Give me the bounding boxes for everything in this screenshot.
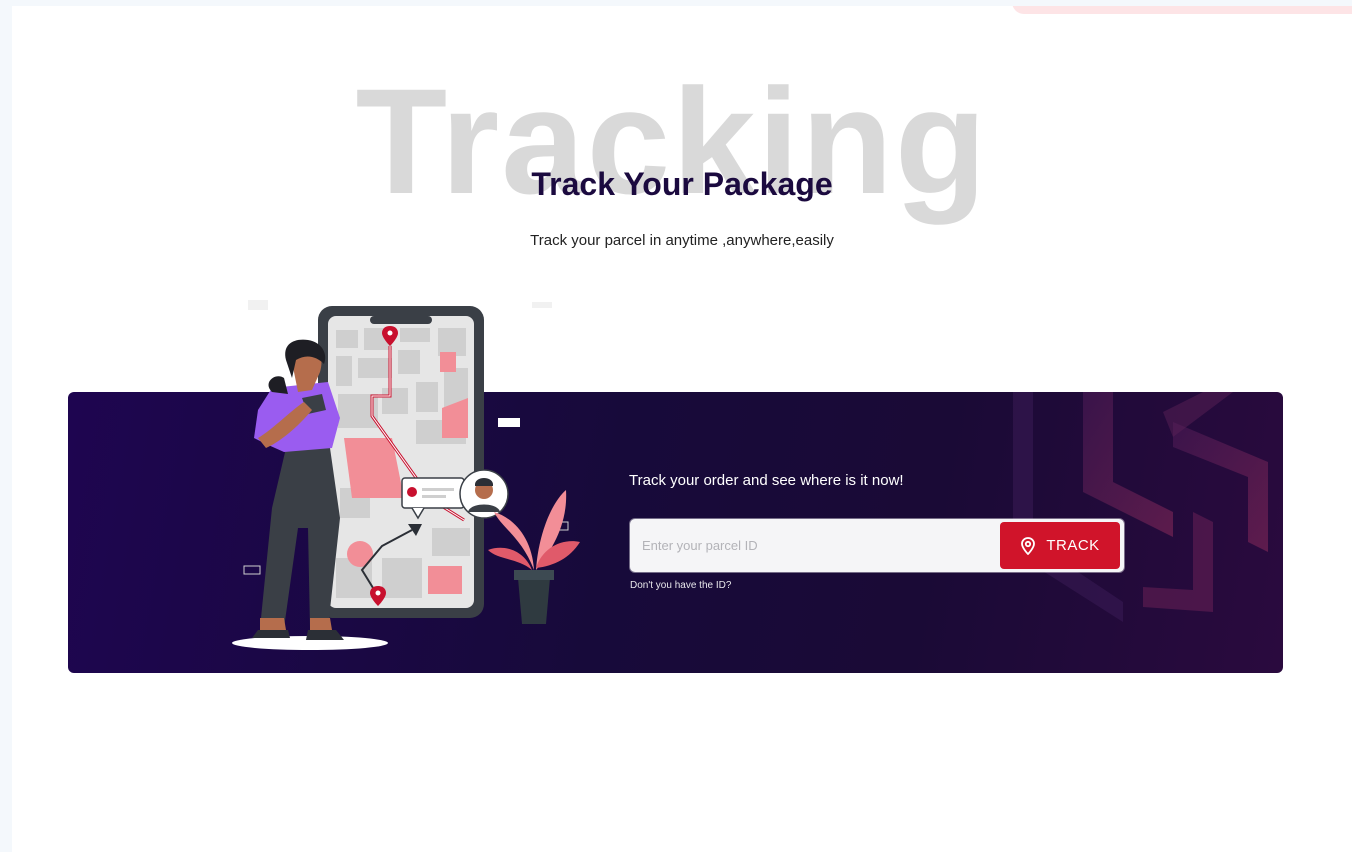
tracking-form: TRACK <box>630 519 1124 572</box>
no-id-help-link[interactable]: Don't you have the ID? <box>630 580 731 591</box>
delivery-tracking-illustration <box>232 300 580 650</box>
tracker-heading: Track your order and see where is it now… <box>629 472 904 489</box>
page-subtitle: Track your parcel in anytime ,anywhere,e… <box>530 232 834 249</box>
top-accent-shape <box>1012 6 1352 14</box>
track-button-label: TRACK <box>1046 537 1100 554</box>
map-pin-icon <box>1021 536 1036 555</box>
page: Tracking Track Your Package Track your p… <box>12 6 1352 852</box>
page-title: Track Your Package <box>531 166 833 202</box>
parcel-id-input[interactable] <box>630 519 990 572</box>
track-button[interactable]: TRACK <box>1000 522 1120 569</box>
